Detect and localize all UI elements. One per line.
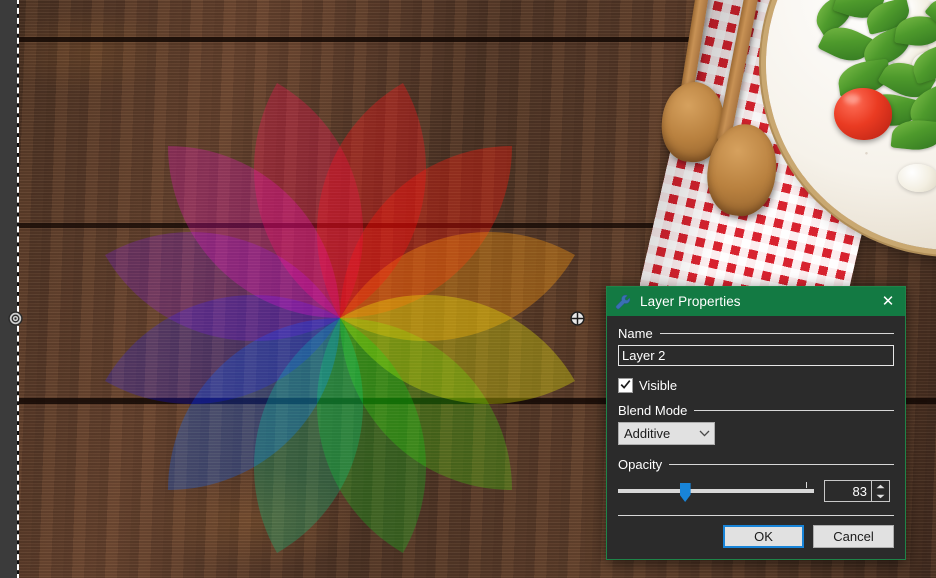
ok-button[interactable]: OK (723, 525, 804, 548)
opacity-spinbox[interactable]: 83 (824, 480, 890, 502)
group-divider (669, 464, 894, 465)
canvas-gutter (0, 0, 17, 578)
dialog-button-row: OK Cancel (607, 516, 905, 559)
checkmark-icon (620, 380, 631, 389)
dialog-title: Layer Properties (640, 294, 741, 309)
caret-down-icon (876, 494, 885, 498)
name-group-header: Name (618, 326, 894, 341)
opacity-value[interactable]: 83 (825, 484, 871, 499)
slider-tick-mark (806, 482, 808, 488)
transform-origin-handle[interactable] (8, 311, 23, 326)
mozzarella-piece (898, 164, 936, 192)
slider-track (618, 489, 814, 493)
opacity-controls: 83 (618, 479, 894, 503)
slider-thumb[interactable] (679, 483, 691, 502)
blend-mode-value: Additive (624, 426, 671, 441)
visible-label: Visible (639, 378, 678, 393)
chevron-down-icon (694, 430, 714, 437)
layer-properties-dialog: Layer Properties ✕ Name Visible (606, 286, 906, 560)
dialog-body: Name Visible Blend Mode Additive (607, 316, 905, 516)
dialog-titlebar[interactable]: Layer Properties ✕ (607, 287, 905, 316)
arugula-greens (808, 0, 936, 168)
name-label: Name (618, 326, 653, 341)
close-icon: ✕ (881, 293, 895, 310)
spinner-down-button[interactable] (872, 491, 889, 501)
visible-checkbox-row[interactable]: Visible (618, 378, 894, 393)
application-window: Layer Properties ✕ Name Visible (0, 0, 936, 578)
opacity-slider[interactable] (618, 479, 814, 503)
food-photo (640, 0, 936, 290)
opacity-group-header: Opacity (618, 457, 894, 472)
close-button[interactable]: ✕ (871, 287, 905, 316)
spinner-up-button[interactable] (872, 481, 889, 491)
move-handle[interactable] (570, 311, 585, 326)
cherry-tomato (834, 88, 892, 140)
visible-checkbox[interactable] (618, 378, 633, 393)
blend-mode-label: Blend Mode (618, 403, 688, 418)
group-divider (659, 333, 894, 334)
layer-name-input[interactable] (618, 345, 894, 366)
opacity-label: Opacity (618, 457, 663, 472)
wrench-icon (615, 294, 631, 309)
blend-mode-select[interactable]: Additive (618, 422, 715, 445)
group-divider (694, 410, 894, 411)
blend-mode-group-header: Blend Mode (618, 403, 894, 418)
cancel-button[interactable]: Cancel (813, 525, 894, 548)
spinner-buttons (871, 481, 889, 501)
caret-up-icon (876, 484, 885, 488)
